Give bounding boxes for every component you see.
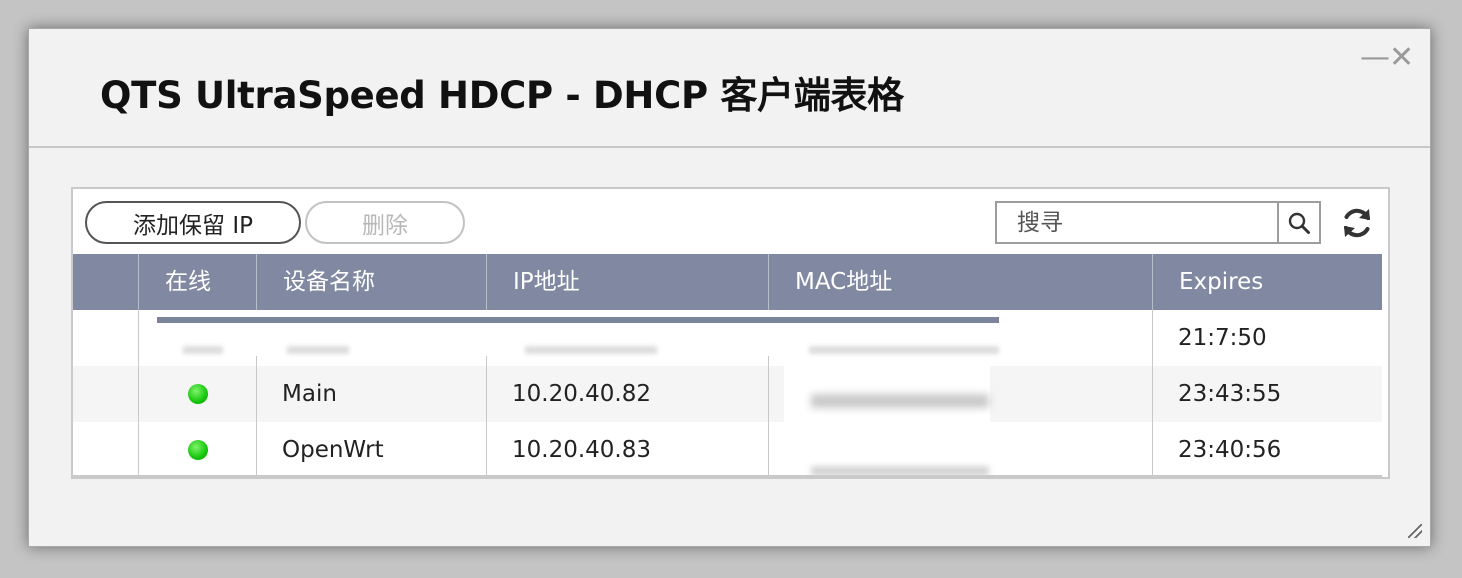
- table-bottom-border: [73, 475, 1382, 477]
- redaction-bar: [157, 317, 999, 323]
- column-header-select[interactable]: [73, 254, 138, 310]
- ip-address-cell: 10.20.40.83: [512, 437, 651, 463]
- column-divider: [1152, 310, 1153, 477]
- close-button[interactable]: ✕: [1389, 43, 1414, 73]
- expires-cell: 21:7:50: [1178, 325, 1267, 351]
- column-header-ip-address[interactable]: IP地址: [486, 254, 768, 310]
- ip-address-cell: 10.20.40.82: [512, 381, 651, 407]
- column-header-mac-address[interactable]: MAC地址: [768, 254, 1152, 310]
- minimize-button[interactable]: —: [1360, 43, 1390, 73]
- title-bar[interactable]: QTS UltraSpeed HDCP - DHCP 客户端表格 — ✕: [29, 29, 1430, 148]
- client-table: 在线 设备名称 IP地址 MAC地址 Expires 21:7:50 Main …: [73, 254, 1382, 477]
- dhcp-client-table-window: QTS UltraSpeed HDCP - DHCP 客户端表格 — ✕ 添加保…: [28, 28, 1431, 547]
- search-icon: [1288, 212, 1310, 234]
- expires-cell: 23:40:56: [1178, 437, 1282, 463]
- delete-button[interactable]: 删除: [305, 201, 465, 244]
- online-status-icon: [188, 384, 208, 404]
- search-input[interactable]: [997, 203, 1277, 242]
- refresh-icon: [1344, 208, 1370, 238]
- redaction-blur: [809, 346, 999, 354]
- client-table-panel: 添加保留 IP 删除 在线 设备名称 IP地址: [71, 187, 1390, 479]
- refresh-button[interactable]: [1337, 203, 1377, 243]
- window-title: QTS UltraSpeed HDCP - DHCP 客户端表格: [100, 74, 904, 117]
- device-name-cell: Main: [282, 381, 337, 407]
- search-button[interactable]: [1277, 203, 1319, 242]
- redaction-blur: [811, 394, 989, 408]
- redaction-blur: [525, 346, 657, 354]
- table-row[interactable]: OpenWrt 10.20.40.83 23:40:56: [73, 422, 1382, 477]
- column-header-expires[interactable]: Expires: [1152, 254, 1382, 310]
- search-box: [995, 201, 1321, 244]
- column-header-online[interactable]: 在线: [138, 254, 256, 310]
- redaction-blur: [287, 346, 349, 354]
- device-name-cell: OpenWrt: [282, 437, 384, 463]
- resize-grip-icon[interactable]: [1408, 524, 1422, 538]
- online-status-icon: [188, 440, 208, 460]
- column-divider: [138, 310, 139, 477]
- add-reserved-ip-button[interactable]: 添加保留 IP: [85, 201, 301, 244]
- redacted-mac-area: [784, 366, 990, 477]
- column-header-device-name[interactable]: 设备名称: [256, 254, 486, 310]
- redaction-blur: [183, 346, 223, 354]
- expires-cell: 23:43:55: [1178, 381, 1282, 407]
- table-row[interactable]: Main 10.20.40.82 23:43:55: [73, 366, 1382, 422]
